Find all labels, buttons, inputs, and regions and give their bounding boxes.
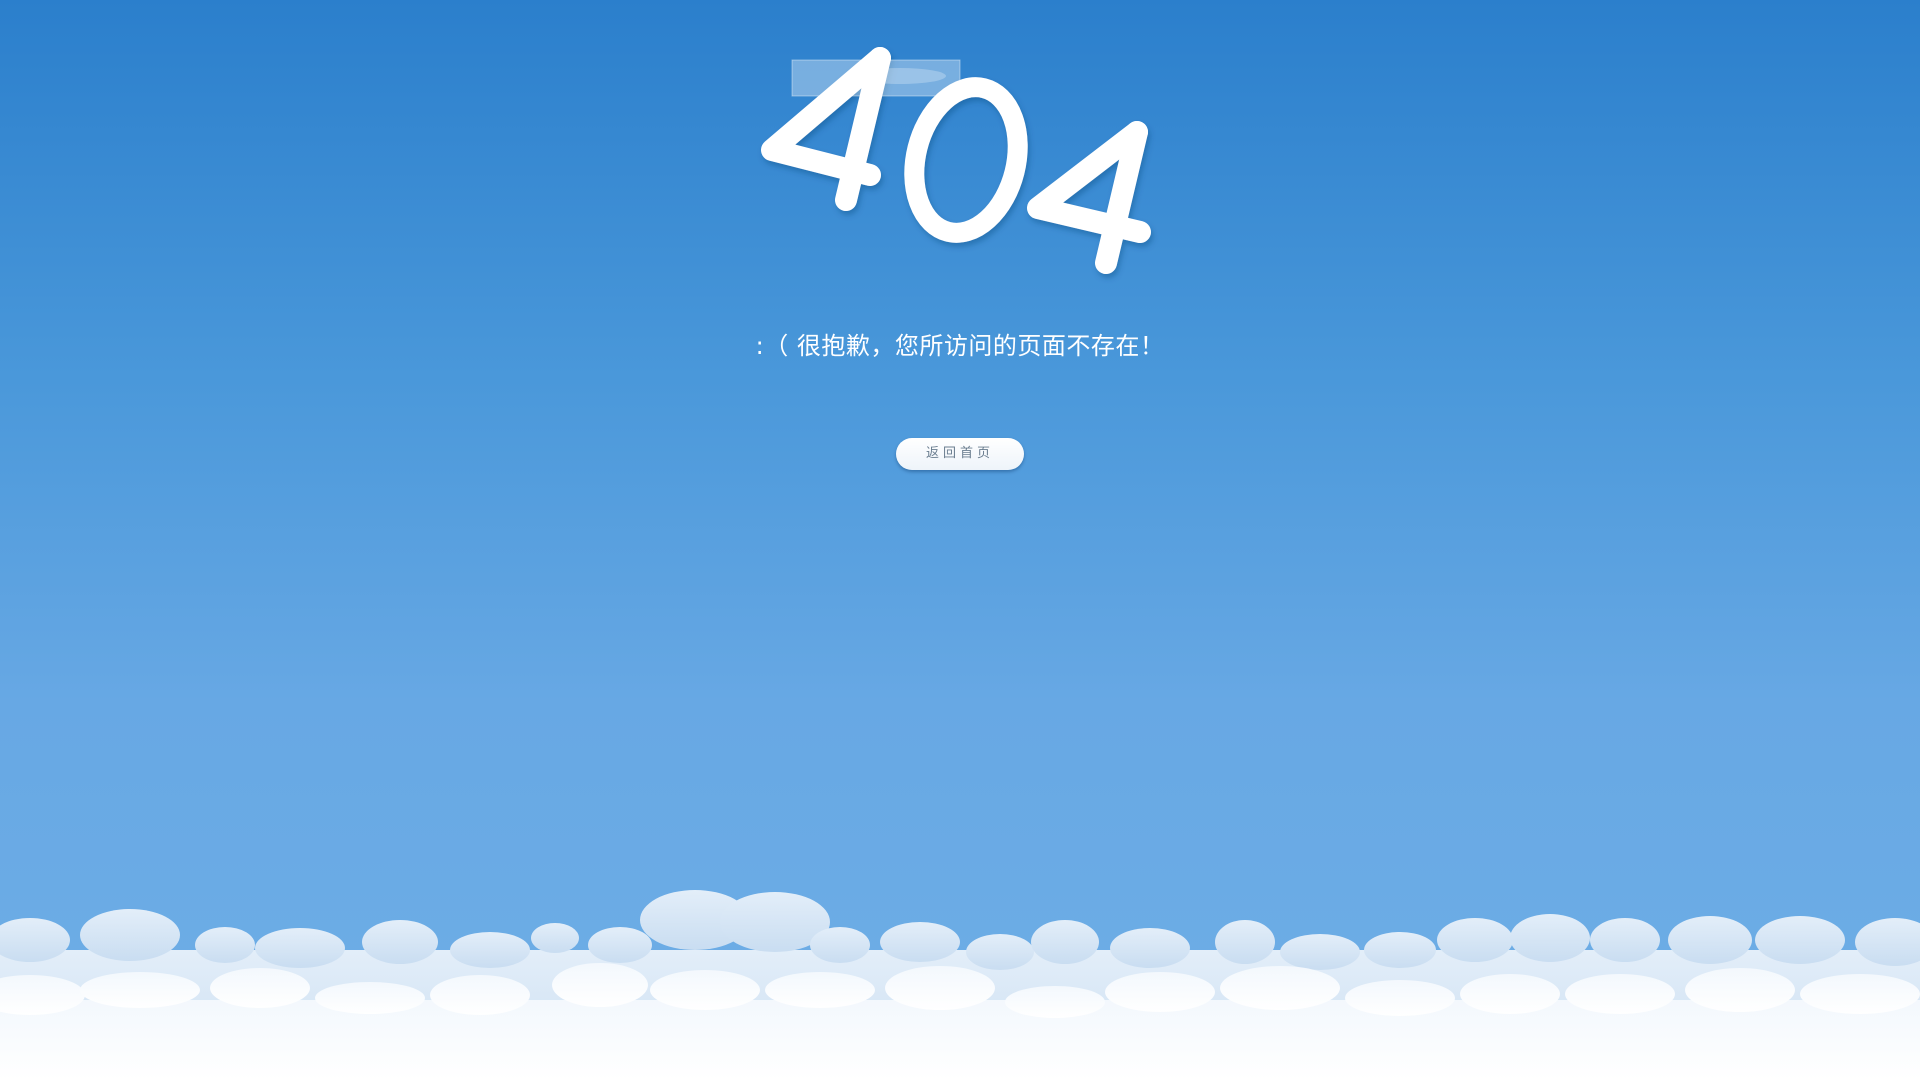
error-message: :（ 很抱歉，您所访问的页面不存在！ — [755, 332, 1165, 360]
digit-zero — [904, 77, 1028, 243]
tape-icon — [791, 59, 961, 97]
error-page: :（ 很抱歉，您所访问的页面不存在！ 返回首页 — [0, 0, 1920, 1080]
digit-four-right — [1027, 121, 1151, 274]
cloud-front-layer — [0, 963, 1920, 1080]
clouds-svg — [0, 890, 1920, 1080]
clouds-illustration — [0, 890, 1920, 1080]
error-code-404-svg — [761, 47, 1151, 274]
return-home-button[interactable]: 返回首页 — [896, 438, 1024, 470]
error-code-404-graphic — [750, 40, 1170, 290]
